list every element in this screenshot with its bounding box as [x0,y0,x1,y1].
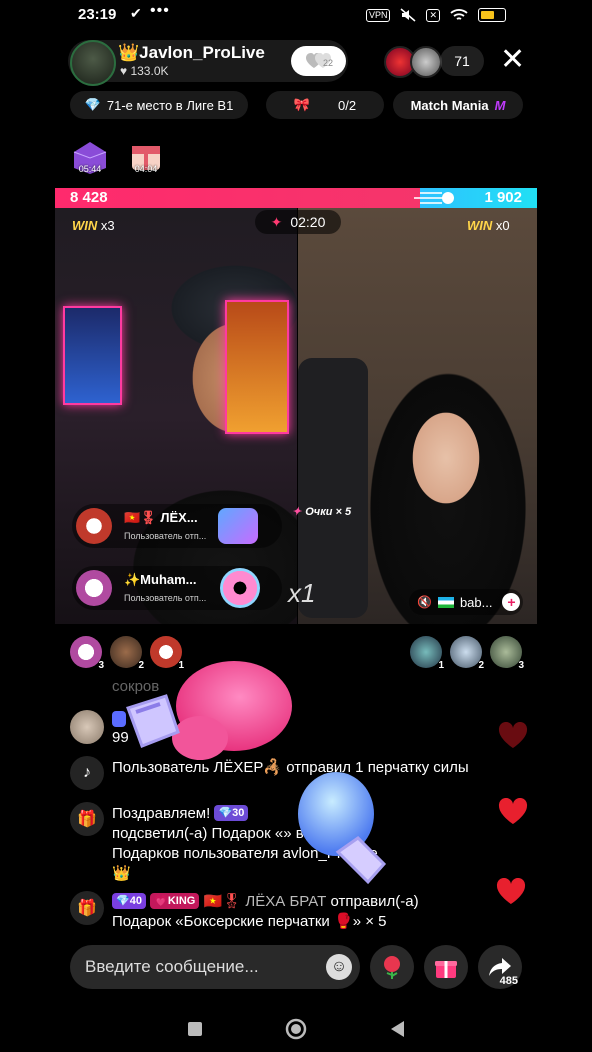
close-icon[interactable]: ✕ [500,44,525,76]
gift-progress-label: 0/2 [338,97,357,113]
status-time: 23:19 [78,6,117,23]
points-icon: ✦ [292,506,302,518]
right-score: 1 902 [484,189,522,206]
system-message: 💎40 💗KING 🇻🇳🎖 ЛЁХА БРАТ отправил(-а) Под… [112,893,419,930]
treasure-box-icon[interactable]: 04:04 [126,138,166,176]
message-placeholder: Введите сообщение... [85,957,259,976]
share-button[interactable]: 485 [478,945,522,989]
gifter-card[interactable]: 🇻🇳🎖 ЛЁХ... Пользователь отп... [72,504,282,548]
boxing-glove-icon [218,508,258,544]
king-badge: 💗KING [150,893,200,909]
boxing-glove-icon: 🥊 [334,913,353,930]
check-icon: ✔ [130,5,142,21]
gifter-avatar [76,570,112,606]
guest-name-pill[interactable]: 🔇 bab... + [409,589,523,615]
follow-button[interactable]: 22 [291,46,346,76]
donut-icon [220,568,260,608]
gift-button[interactable] [424,945,468,989]
right-rank-avatar[interactable]: 3 [490,636,524,671]
back-icon[interactable] [388,1019,406,1039]
battle-score-bar: 8 428 1 902 [55,188,537,208]
chat-user-avatar[interactable] [70,710,104,744]
gift-multiplier: x1 [288,578,316,608]
league-rank-label: 71-е место в Лиге B1 [106,97,234,113]
gifter-name: ✨Muham... [124,572,197,587]
gifter-subtitle: Пользователь отп... [124,531,207,541]
host-video[interactable] [55,208,297,624]
boxing-glove-icon [298,772,386,885]
gift-icon: 🎁 [70,891,104,925]
share-count: 485 [499,975,518,987]
level-badge: 💎40 [112,893,146,909]
gift-icon: 🎁 [70,802,104,836]
viewer-count[interactable]: 71 [440,46,484,76]
status-icons: VPN ✕ [365,8,506,22]
match-mania-chip[interactable]: Match Mania M [393,91,523,119]
left-win-streak: WIN x3 [72,218,115,233]
flag-medal-icon: 🇻🇳🎖 [203,893,242,910]
system-navbar [0,1006,592,1052]
gifter-name: 🇻🇳🎖 ЛЁХ... [124,510,198,525]
level-badge: 💎30 [214,805,249,821]
tiktok-icon: ♪ [70,756,104,790]
left-team-bar [55,188,420,208]
match-mania-logo-icon: M [494,97,506,113]
add-guest-icon[interactable]: + [502,593,521,611]
treasure-timer: 05:44 [78,164,102,174]
follow-count: 22 [323,58,333,68]
battle-icon: ✦ [270,213,283,230]
heart-follow-icon: 22 [305,53,333,68]
lightning-icon [414,192,454,204]
match-mania-label: Match Mania [410,97,489,113]
rose-icon [384,956,400,979]
gift-box-icon [435,961,457,978]
gifter-subtitle: Пользователь отп... [124,593,207,603]
points-multiplier-tag: ✦ Очки × 5 [292,505,352,519]
battle-timer: ✦ 02:20 [255,210,341,234]
gift-progress-chip[interactable]: 🎀 0/2 [266,91,384,119]
sim-off-icon: ✕ [426,8,440,22]
gifter-card[interactable]: ✨Muham... Пользователь отп... [72,566,282,610]
treasure-timer: 04:04 [134,164,158,174]
gifter-avatar [76,508,112,544]
battle-timer-value: 02:20 [290,214,326,230]
wifi-icon [450,9,468,20]
right-rank-avatar[interactable]: 1 [410,636,444,671]
host-likes: ♥ 133.0K [120,64,169,78]
host-avatar[interactable] [70,40,116,86]
left-rank-avatar[interactable]: 3 [70,636,104,671]
mute-icon [400,8,416,22]
home-icon[interactable] [284,1017,308,1041]
diamond-icon: 💎 [84,97,101,112]
neon-panel [225,300,289,434]
right-win-streak: WIN x0 [467,218,510,233]
guest-name: bab... [459,594,493,610]
opponent-video[interactable] [298,208,537,624]
uzbekistan-flag-icon [437,596,454,608]
message-input[interactable]: Введите сообщение... ☺ [70,945,360,989]
left-score: 8 428 [70,189,108,206]
host-name[interactable]: 👑Javlon_ProLive [118,43,265,63]
gift-progress-icon: 🎀 [293,97,311,112]
heart-icon [498,798,528,824]
neon-panel [63,306,122,405]
more-notifications-icon: ••• [150,2,170,19]
heart-icon [498,722,528,748]
top-viewer-avatar[interactable] [410,46,442,78]
recents-icon[interactable] [186,1020,204,1038]
emoji-icon[interactable]: ☺ [326,954,352,980]
treasure-box-icon[interactable]: 05:44 [70,138,110,176]
mic-muted-icon: 🔇 [417,595,432,609]
right-rank-avatar[interactable]: 2 [450,636,484,671]
battery-icon [478,8,506,22]
boxing-glove-icon [126,661,292,760]
league-rank-chip[interactable]: 💎 71-е место в Лиге B1 [70,91,248,119]
vpn-icon: VPN [365,8,391,22]
rose-gift-button[interactable] [370,945,414,989]
heart-icon [496,878,526,904]
